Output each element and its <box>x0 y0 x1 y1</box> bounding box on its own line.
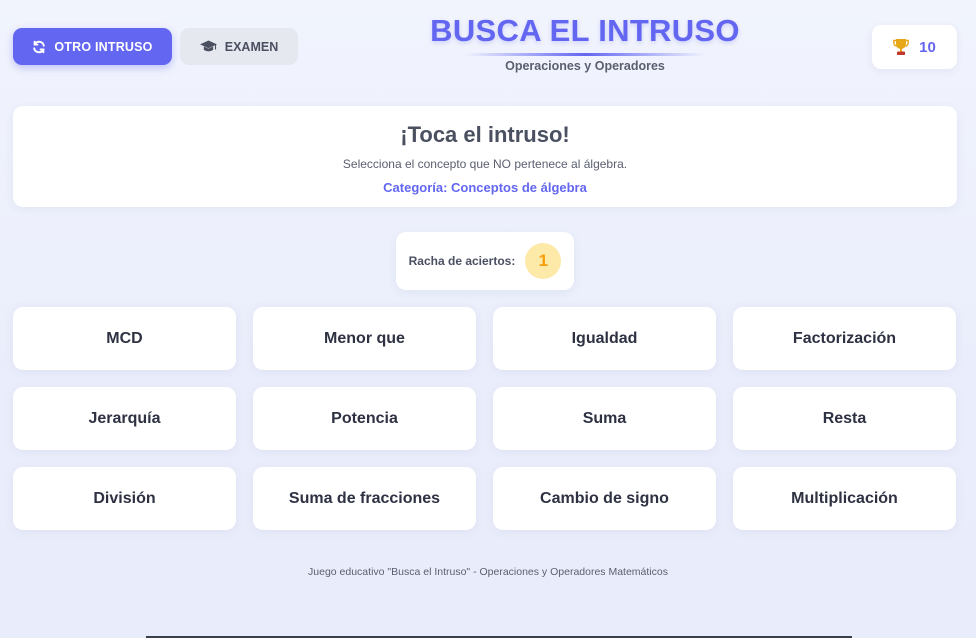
option-card[interactable]: Resta <box>733 387 956 450</box>
streak-count: 1 <box>525 243 562 279</box>
option-card[interactable]: Cambio de signo <box>493 467 716 530</box>
streak-label: Racha de aciertos: <box>408 254 516 268</box>
refresh-icon <box>32 40 46 54</box>
instruction-card: ¡Toca el intruso! Selecciona el concepto… <box>13 106 957 207</box>
option-card[interactable]: Potencia <box>253 387 476 450</box>
score-badge: 10 <box>872 25 957 69</box>
exam-label: EXAMEN <box>224 39 279 54</box>
graduation-cap-icon <box>199 40 217 53</box>
footer-text: Juego educativo "Busca el Intruso" - Ope… <box>308 566 668 578</box>
instruction-title: ¡Toca el intruso! <box>400 122 570 147</box>
exam-button[interactable]: EXAMEN <box>180 28 298 65</box>
option-card[interactable]: Menor que <box>253 307 476 370</box>
other-intruder-button[interactable]: OTRO INTRUSO <box>13 28 172 65</box>
page-title: BUSCA EL INTRUSO <box>430 13 740 48</box>
option-card[interactable]: Multiplicación <box>733 467 956 530</box>
title-underline <box>465 53 705 56</box>
score-value: 10 <box>919 38 936 56</box>
option-card[interactable]: MCD <box>13 307 236 370</box>
option-card[interactable]: División <box>13 467 236 530</box>
option-card[interactable]: Factorización <box>733 307 956 370</box>
title-block: BUSCA EL INTRUSO Operaciones y Operadore… <box>400 12 770 73</box>
streak-card: Racha de aciertos: 1 <box>396 232 574 290</box>
option-card[interactable]: Suma <box>493 387 716 450</box>
page-subtitle: Operaciones y Operadores <box>505 59 665 73</box>
other-intruder-label: OTRO INTRUSO <box>54 39 153 54</box>
instruction-description: Selecciona el concepto que NO pertenece … <box>342 157 628 171</box>
instruction-category: Categoría: Conceptos de álgebra <box>383 180 587 195</box>
option-card[interactable]: Igualdad <box>493 307 716 370</box>
trophy-icon <box>893 38 910 56</box>
option-card[interactable]: Suma de fracciones <box>253 467 476 530</box>
option-card[interactable]: Jerarquía <box>13 387 236 450</box>
